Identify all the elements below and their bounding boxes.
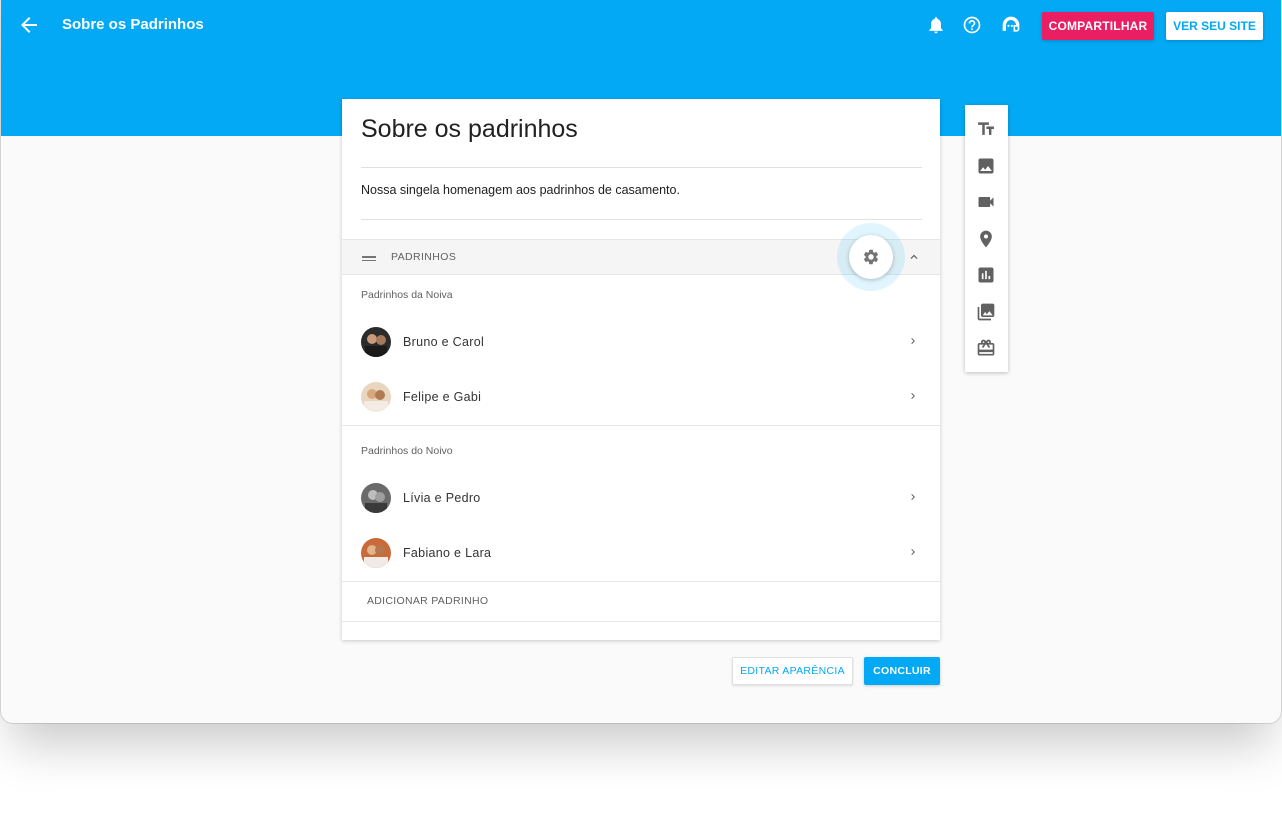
list-item[interactable]: Lívia e Pedro xyxy=(342,471,940,525)
support-headset-icon[interactable] xyxy=(1001,15,1021,35)
chevron-right-icon xyxy=(911,393,915,399)
list-item[interactable]: Fabiano e Lara xyxy=(342,526,940,580)
done-button[interactable]: CONCLUIR xyxy=(864,657,940,685)
share-button[interactable]: COMPARTILHAR xyxy=(1042,12,1154,40)
avatar xyxy=(361,382,391,412)
group-label-bride: Padrinhos da Noiva xyxy=(361,289,453,301)
divider xyxy=(342,621,940,622)
page-heading[interactable]: Sobre os padrinhos xyxy=(361,115,578,144)
gallery-icon[interactable] xyxy=(976,302,996,322)
edit-appearance-button[interactable]: EDITAR APARÊNCIA xyxy=(732,657,853,685)
editor-card: Sobre os padrinhos Nossa singela homenag… xyxy=(342,99,940,640)
chart-icon[interactable] xyxy=(976,265,996,285)
avatar xyxy=(361,538,391,568)
section-title: PADRINHOS xyxy=(391,251,457,263)
list-item-label: Lívia e Pedro xyxy=(403,491,481,505)
chevron-right-icon xyxy=(911,494,915,500)
video-icon[interactable] xyxy=(976,192,996,212)
add-godparent-button[interactable]: ADICIONAR PADRINHO xyxy=(367,595,488,607)
list-item[interactable]: Felipe e Gabi xyxy=(342,370,940,424)
divider xyxy=(361,219,922,220)
section-settings-button[interactable] xyxy=(849,235,893,279)
app-title: Sobre os Padrinhos xyxy=(62,16,204,33)
view-site-button[interactable]: VER SEU SITE xyxy=(1166,12,1263,40)
app-bar-row: Sobre os Padrinhos COMPARTILHAR VER SEU … xyxy=(1,0,1281,50)
gear-icon xyxy=(863,249,879,265)
location-pin-icon[interactable] xyxy=(976,229,996,249)
section-header: PADRINHOS xyxy=(342,223,940,291)
divider xyxy=(342,581,940,582)
drag-handle-icon[interactable] xyxy=(362,256,376,261)
divider xyxy=(361,167,922,168)
list-item-label: Felipe e Gabi xyxy=(403,390,482,404)
avatar xyxy=(361,327,391,357)
page-description[interactable]: Nossa singela homenagem aos padrinhos de… xyxy=(361,183,680,197)
chevron-right-icon xyxy=(911,338,915,344)
avatar xyxy=(361,483,391,513)
image-icon[interactable] xyxy=(976,156,996,176)
divider xyxy=(342,425,940,426)
gift-icon[interactable] xyxy=(976,338,996,358)
chevron-right-icon xyxy=(911,549,915,555)
app-window: Sobre os Padrinhos COMPARTILHAR VER SEU … xyxy=(1,0,1281,723)
add-block-toolbar xyxy=(965,105,1008,372)
group-label-groom: Padrinhos do Noivo xyxy=(361,445,453,457)
list-item-label: Fabiano e Lara xyxy=(403,546,492,560)
notifications-bell-icon[interactable] xyxy=(926,15,946,35)
list-item-label: Bruno e Carol xyxy=(403,335,485,349)
help-circle-icon[interactable] xyxy=(962,15,982,35)
list-item[interactable]: Bruno e Carol xyxy=(342,315,940,369)
text-icon[interactable] xyxy=(976,119,996,139)
back-arrow-icon[interactable] xyxy=(17,13,41,37)
collapse-chevron-up-icon[interactable] xyxy=(907,250,921,264)
